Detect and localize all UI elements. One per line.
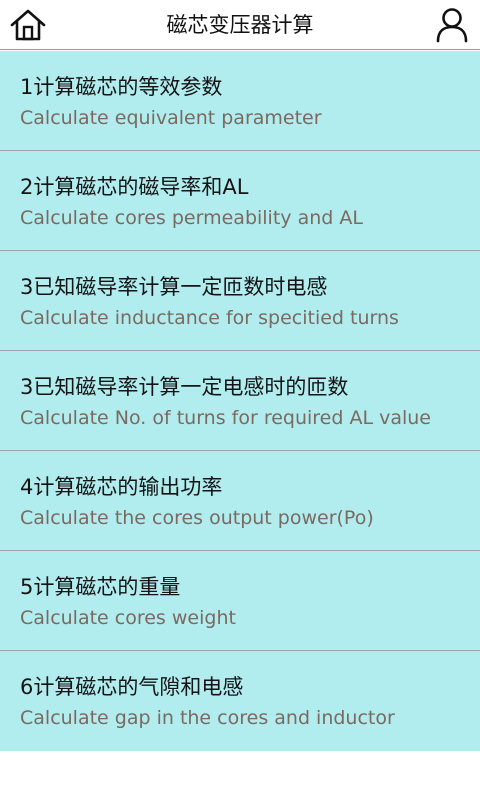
menu-item-title: 4计算磁芯的输出功率: [20, 475, 223, 499]
menu-item-subtitle: Calculate the cores output power(Po): [20, 507, 374, 529]
menu-item-subtitle: Calculate No. of turns for required AL v…: [20, 407, 431, 429]
menu-item-title: 1计算磁芯的等效参数: [20, 75, 223, 99]
menu-item-inductance-for-turns[interactable]: 3已知磁导率计算一定匝数时电感 Calculate inductance for…: [0, 251, 480, 351]
menu-item-subtitle: Calculate inductance for specitied turns: [20, 307, 399, 329]
menu-item-title: 3已知磁导率计算一定匝数时电感: [20, 275, 328, 299]
menu-item-cores-weight[interactable]: 5计算磁芯的重量 Calculate cores weight: [0, 551, 480, 651]
menu-item-subtitle: Calculate equivalent parameter: [20, 107, 322, 129]
menu-item-title: 3已知磁导率计算一定电感时的匝数: [20, 375, 349, 399]
menu-item-title: 2计算磁芯的磁导率和AL: [20, 175, 249, 199]
app-screen: 磁芯变压器计算 1计算磁芯的等效参数 Calculate equivalent …: [0, 0, 480, 800]
menu-item-equivalent-parameter[interactable]: 1计算磁芯的等效参数 Calculate equivalent paramete…: [0, 51, 480, 151]
menu-item-subtitle: Calculate cores weight: [20, 607, 236, 629]
user-button[interactable]: [430, 5, 474, 45]
menu-item-output-power[interactable]: 4计算磁芯的输出功率 Calculate the cores output po…: [0, 451, 480, 551]
top-bar: 磁芯变压器计算: [0, 0, 480, 50]
menu-item-title: 6计算磁芯的气隙和电感: [20, 675, 244, 699]
home-icon: [10, 9, 46, 41]
menu-item-title: 5计算磁芯的重量: [20, 575, 181, 599]
home-button[interactable]: [6, 5, 50, 45]
menu-item-subtitle: Calculate cores permeability and AL: [20, 207, 363, 229]
calculation-menu: 1计算磁芯的等效参数 Calculate equivalent paramete…: [0, 51, 480, 751]
menu-item-turns-for-al[interactable]: 3已知磁导率计算一定电感时的匝数 Calculate No. of turns …: [0, 351, 480, 451]
user-icon: [436, 8, 468, 43]
page-title: 磁芯变压器计算: [166, 13, 314, 37]
menu-item-subtitle: Calculate gap in the cores and inductor: [20, 707, 395, 729]
menu-item-permeability-al[interactable]: 2计算磁芯的磁导率和AL Calculate cores permeabilit…: [0, 151, 480, 251]
menu-item-gap-inductor[interactable]: 6计算磁芯的气隙和电感 Calculate gap in the cores a…: [0, 651, 480, 751]
